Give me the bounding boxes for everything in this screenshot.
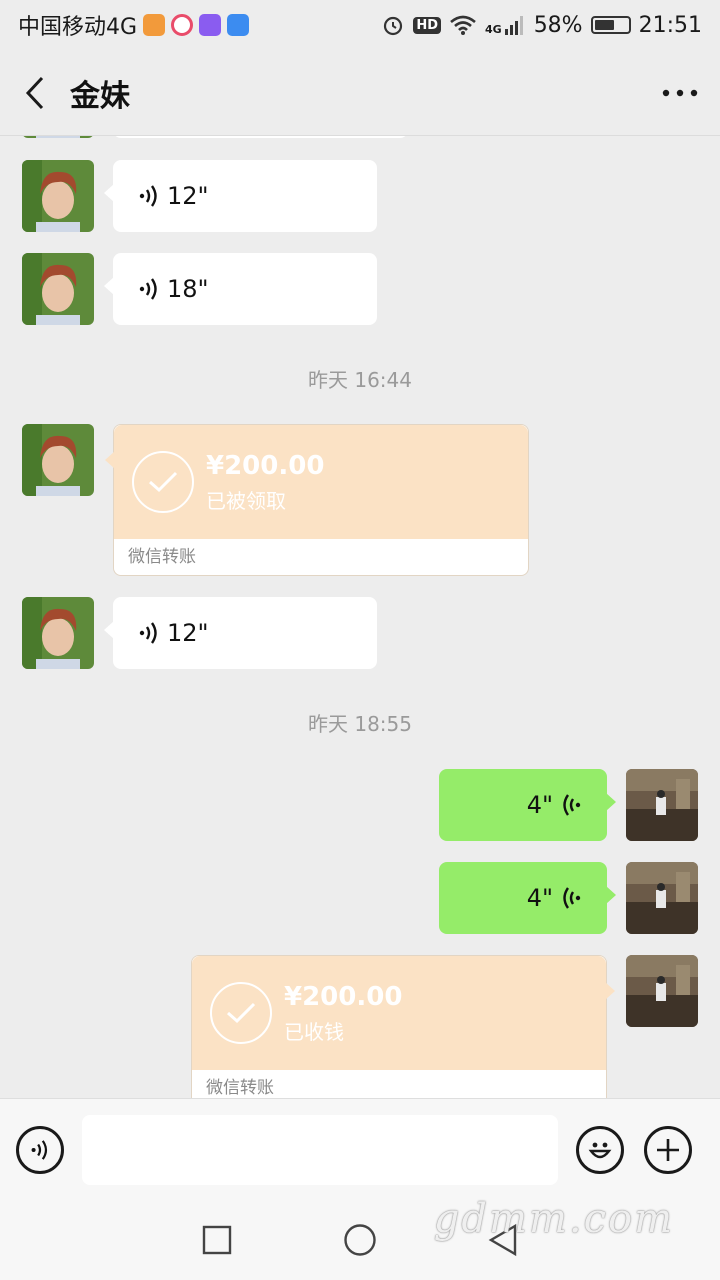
transfer-amount: ¥200.00 xyxy=(206,450,325,481)
voice-duration: 4" xyxy=(526,791,553,819)
contact-avatar[interactable] xyxy=(22,424,94,496)
voice-message-bubble[interactable]: 4" xyxy=(439,862,616,934)
plus-icon xyxy=(657,1138,679,1161)
network-type-label: 4G xyxy=(485,22,502,36)
my-avatar[interactable] xyxy=(626,862,698,934)
voice-message-bubble[interactable] xyxy=(113,136,408,138)
back-button[interactable] xyxy=(0,50,70,136)
voice-duration: 4" xyxy=(526,884,553,912)
more-button[interactable] xyxy=(640,50,720,136)
battery-percent: 58% xyxy=(533,12,583,38)
hd-badge: HD xyxy=(413,16,441,34)
chevron-left-icon xyxy=(25,76,44,109)
voice-duration: 12" xyxy=(167,182,209,210)
transfer-card[interactable]: ¥200.00 已被领取 微信转账 xyxy=(105,424,529,576)
plus-button[interactable] xyxy=(644,1125,692,1174)
watermark: gdmm.com xyxy=(433,1196,674,1242)
transfer-footer: 微信转账 xyxy=(192,1070,606,1098)
message-input[interactable] xyxy=(82,1114,558,1185)
voice-wave-icon xyxy=(139,278,157,300)
home-icon[interactable] xyxy=(343,1223,377,1257)
message-timestamp: 昨天 18:55 xyxy=(308,712,412,736)
chat-message-list[interactable]: 12" 18" 昨天 16:44 ¥200.00 已被领取 微信转账 12" 昨… xyxy=(0,136,720,1098)
emoji-button[interactable] xyxy=(576,1125,624,1174)
carrier-label: 中国移动4G xyxy=(18,15,138,40)
transfer-status: 已被领取 xyxy=(206,488,286,513)
chat-header: 金妹 xyxy=(0,50,720,136)
recent-apps-icon[interactable] xyxy=(201,1224,233,1256)
emoji-icon xyxy=(588,1142,612,1158)
transfer-card[interactable]: ¥200.00 已收钱 微信转账 xyxy=(191,955,615,1098)
voice-input-button[interactable] xyxy=(16,1125,64,1174)
voice-message-bubble[interactable]: 12" xyxy=(104,160,377,232)
chat-title: 金妹 xyxy=(70,78,130,114)
my-avatar[interactable] xyxy=(626,955,698,1027)
battery-icon xyxy=(590,16,631,34)
transfer-amount: ¥200.00 xyxy=(284,981,403,1012)
voice-message-bubble[interactable]: 18" xyxy=(104,253,377,325)
contact-avatar[interactable] xyxy=(22,160,94,232)
contact-avatar[interactable] xyxy=(22,136,94,138)
voice-wave-icon xyxy=(563,887,581,909)
voice-wave-icon xyxy=(563,794,581,816)
app-notification-icon xyxy=(199,14,222,36)
my-avatar[interactable] xyxy=(626,769,698,841)
contact-avatar[interactable] xyxy=(22,253,94,325)
voice-wave-icon xyxy=(139,622,157,644)
wifi-icon xyxy=(450,15,476,35)
clock: 21:51 xyxy=(638,12,702,38)
check-circle-icon xyxy=(210,982,272,1044)
app-notification-icon xyxy=(227,14,250,36)
voice-wave-icon xyxy=(139,185,157,207)
alarm-icon xyxy=(384,16,403,36)
voice-message-bubble[interactable]: 12" xyxy=(104,597,377,669)
voice-duration: 18" xyxy=(167,275,209,303)
contact-avatar[interactable] xyxy=(22,597,94,669)
message-timestamp: 昨天 16:44 xyxy=(308,368,412,392)
voice-duration: 12" xyxy=(167,619,209,647)
transfer-status: 已收钱 xyxy=(284,1019,344,1044)
app-notification-icon xyxy=(171,14,194,36)
voice-input-icon xyxy=(31,1139,48,1160)
app-notification-icon xyxy=(143,14,166,36)
voice-message-bubble[interactable]: 4" xyxy=(439,769,616,841)
transfer-footer: 微信转账 xyxy=(114,539,528,575)
input-bar xyxy=(0,1098,720,1200)
check-circle-icon xyxy=(132,451,194,513)
status-bar: 中国移动4G HD 4G 58% 21:51 xyxy=(0,0,720,50)
signal-icon xyxy=(504,16,523,35)
more-dots-icon xyxy=(662,89,698,96)
